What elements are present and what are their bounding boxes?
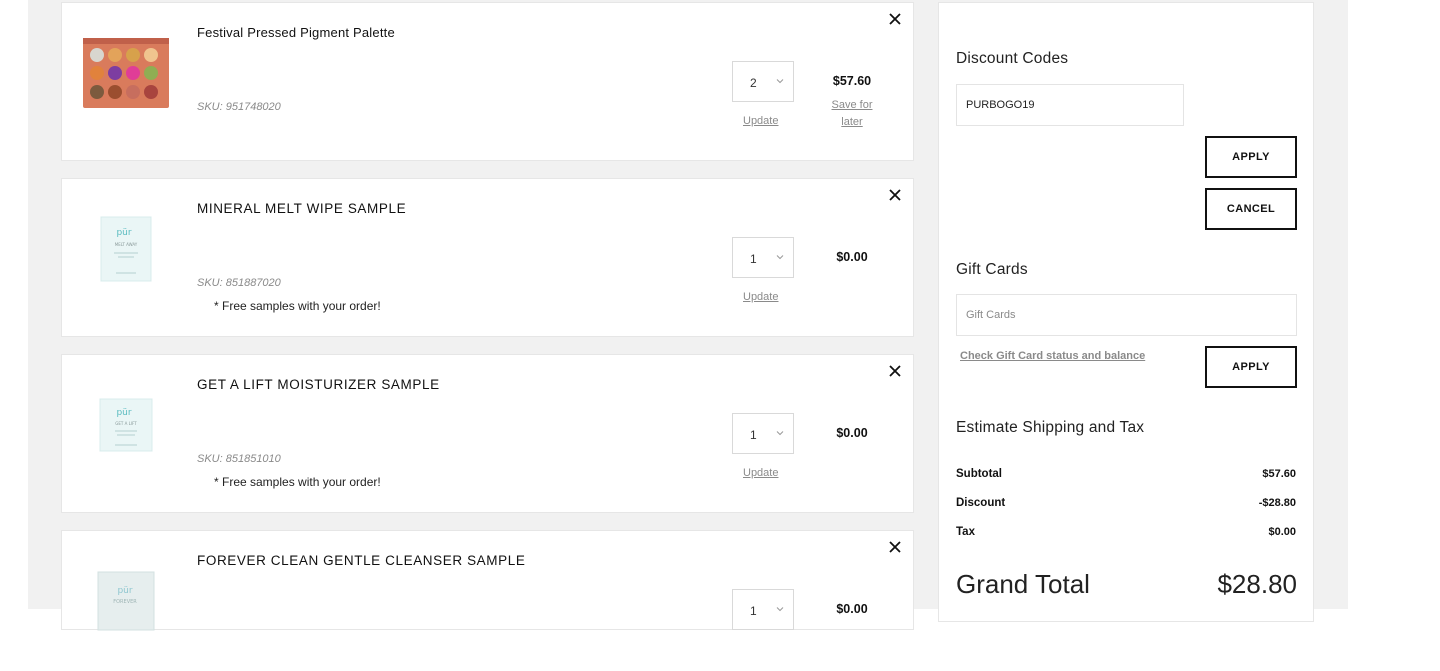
- gift-cards-title: Gift Cards: [956, 261, 1028, 278]
- sample-product-image[interactable]: pür GET A LIFT: [76, 375, 176, 475]
- sample-label-text: MELT AWAY: [115, 242, 138, 247]
- cart-item-moisturizer: pür GET A LIFT GET A LIFT MOISTURIZER SA…: [61, 354, 914, 513]
- remove-item-close-icon[interactable]: [887, 539, 903, 555]
- quantity-value: 1: [750, 252, 757, 266]
- subtotal-row: Subtotal $57.60: [956, 468, 1296, 480]
- chevron-down-icon: [776, 607, 784, 612]
- chevron-down-icon: [776, 255, 784, 260]
- grand-total-value: $28.80: [1217, 569, 1297, 599]
- cart-item-melt-wipe: pür MELT AWAY MINERAL MELT WIPE SAMPLE S…: [61, 178, 914, 337]
- apply-discount-button[interactable]: APPLY: [1205, 136, 1297, 178]
- cart-item-cleanser: pür FOREVER FOREVER CLEAN GENTLE CLEANSE…: [61, 530, 914, 631]
- sample-product-image[interactable]: pür FOREVER: [76, 551, 176, 671]
- product-sku: SKU: 851887020: [197, 277, 281, 289]
- product-name[interactable]: FOREVER CLEAN GENTLE CLEANSER SAMPLE: [197, 553, 525, 568]
- quantity-value: 1: [750, 428, 757, 442]
- item-price: $0.00: [836, 426, 868, 440]
- brand-logo-text: pür: [116, 408, 131, 418]
- remove-item-close-icon[interactable]: [887, 363, 903, 379]
- palette-product-image[interactable]: [76, 23, 176, 123]
- discount-code-input[interactable]: [956, 84, 1184, 126]
- brand-logo-text: pür: [117, 586, 132, 596]
- grand-total-row: Grand Total $28.80: [956, 569, 1297, 600]
- save-for-later-link[interactable]: Save for later: [822, 97, 882, 131]
- brand-logo-text: pür: [116, 228, 131, 238]
- quantity-value: 1: [750, 604, 757, 618]
- subtotal-value: $57.60: [1262, 468, 1296, 480]
- order-summary-panel: Discount Codes APPLY CANCEL Gift Cards C…: [938, 2, 1314, 622]
- product-name[interactable]: MINERAL MELT WIPE SAMPLE: [197, 201, 406, 216]
- sample-product-image[interactable]: pür MELT AWAY: [76, 199, 176, 299]
- tax-value: $0.00: [1268, 526, 1296, 538]
- quantity-select[interactable]: 1: [732, 589, 794, 630]
- update-quantity-link[interactable]: Update: [743, 115, 778, 127]
- sample-label-text: GET A LIFT: [115, 421, 137, 426]
- remove-item-close-icon[interactable]: [887, 187, 903, 203]
- discount-row: Discount -$28.80: [956, 497, 1296, 509]
- product-sku: SKU: 851851010: [197, 453, 281, 465]
- quantity-select[interactable]: 1: [732, 237, 794, 278]
- remove-item-close-icon[interactable]: [887, 11, 903, 27]
- quantity-select[interactable]: 1: [732, 413, 794, 454]
- cancel-discount-button[interactable]: CANCEL: [1205, 188, 1297, 230]
- product-name[interactable]: GET A LIFT MOISTURIZER SAMPLE: [197, 377, 440, 392]
- estimate-shipping-tax-link[interactable]: Estimate Shipping and Tax: [956, 419, 1144, 437]
- item-price: $0.00: [836, 250, 868, 264]
- free-sample-note: * Free samples with your order!: [214, 475, 381, 489]
- gift-card-input[interactable]: [956, 294, 1297, 336]
- check-gift-card-link[interactable]: Check Gift Card status and balance: [960, 350, 1145, 362]
- chevron-down-icon: [776, 431, 784, 436]
- tax-label: Tax: [956, 526, 975, 538]
- chevron-down-icon: [776, 79, 784, 84]
- update-quantity-link[interactable]: Update: [743, 467, 778, 479]
- sample-label-text: FOREVER: [113, 599, 137, 605]
- free-sample-note: * Free samples with your order!: [214, 299, 381, 313]
- cart-item-palette: Festival Pressed Pigment Palette SKU: 95…: [61, 2, 914, 161]
- subtotal-label: Subtotal: [956, 468, 1002, 480]
- tax-row: Tax $0.00: [956, 526, 1296, 538]
- product-sku: SKU: 951748020: [197, 101, 281, 113]
- quantity-select[interactable]: 2: [732, 61, 794, 102]
- product-name[interactable]: Festival Pressed Pigment Palette: [197, 25, 395, 40]
- grand-total-label: Grand Total: [956, 569, 1090, 599]
- item-price: $0.00: [836, 602, 868, 616]
- apply-gift-card-button[interactable]: APPLY: [1205, 346, 1297, 388]
- update-quantity-link[interactable]: Update: [743, 291, 778, 303]
- discount-label: Discount: [956, 497, 1006, 509]
- item-price: $57.60: [832, 74, 872, 88]
- quantity-value: 2: [750, 76, 757, 90]
- discount-codes-title: Discount Codes: [956, 50, 1069, 67]
- discount-value: -$28.80: [1258, 497, 1296, 509]
